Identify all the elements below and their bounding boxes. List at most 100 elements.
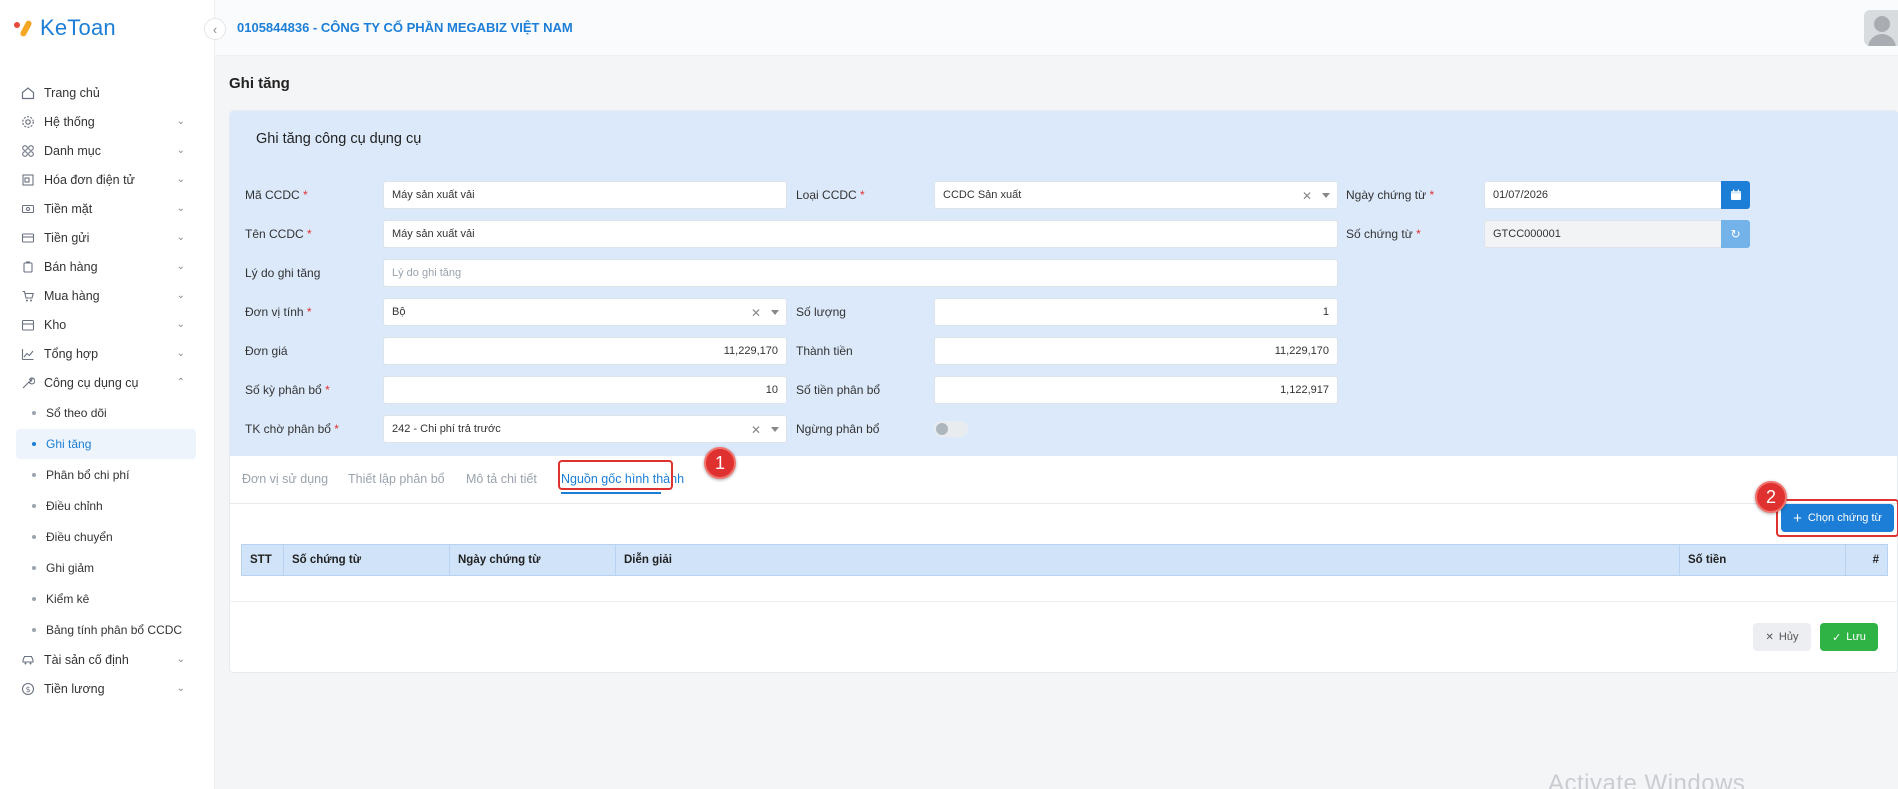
invoice-icon xyxy=(20,172,36,188)
column-header-dien-giai: Diễn giải xyxy=(616,545,1680,575)
thanh-tien-input[interactable]: 11,229,170 xyxy=(934,337,1338,365)
sidebar-item-kho[interactable]: Kho ⌄ xyxy=(0,310,215,340)
collapse-sidebar-button[interactable]: ‹ xyxy=(204,18,226,40)
logo-icon xyxy=(12,17,34,39)
sidebar-subitem-label: Sổ theo dõi xyxy=(46,406,107,420)
column-header-actions: # xyxy=(1872,554,1879,566)
windows-watermark: Activate Windows xyxy=(1548,770,1746,789)
close-icon: ✕ xyxy=(1765,631,1774,643)
highlight-box-2 xyxy=(1776,499,1898,537)
clear-icon[interactable]: ✕ xyxy=(751,306,761,320)
chevron-down-icon: ⌄ xyxy=(176,654,185,665)
app-logo[interactable]: KeToan xyxy=(12,14,116,42)
ly-do-label: Lý do ghi tăng xyxy=(245,266,321,280)
don-gia-input[interactable]: 11,229,170 xyxy=(383,337,787,365)
avatar-head xyxy=(1874,16,1890,32)
sidebar-item-mua-hang[interactable]: Mua hàng ⌄ xyxy=(0,281,215,311)
cancel-button[interactable]: ✕ Hủy xyxy=(1753,623,1811,651)
sidebar-subitem-label: Điều chỉnh xyxy=(46,499,103,513)
sidebar-subitem-dieu-chinh[interactable]: Điều chỉnh xyxy=(16,491,196,521)
sidebar: KeToan Trang chủ Hệ thống ⌄ Danh mục ⌄ H… xyxy=(0,0,215,789)
chevron-down-icon: ⌄ xyxy=(176,290,185,301)
label-text: Ngày chứng từ xyxy=(1346,188,1427,202)
active-tab-indicator xyxy=(561,492,661,494)
so-luong-input[interactable]: 1 xyxy=(934,298,1338,326)
caret-down-icon xyxy=(771,427,779,432)
sidebar-item-tong-hop[interactable]: Tổng hợp ⌄ xyxy=(0,339,215,369)
sidebar-item-tien-gui[interactable]: Tiền gửi ⌄ xyxy=(0,223,215,253)
required-mark: * xyxy=(334,422,339,436)
tab-mo-ta-chi-tiet[interactable]: Mô tả chi tiết xyxy=(466,472,537,486)
sidebar-item-he-thong[interactable]: Hệ thống ⌄ xyxy=(0,107,215,137)
tk-cho-label: TK chờ phân bổ * xyxy=(245,422,339,436)
ly-do-input[interactable]: Lý do ghi tăng xyxy=(383,259,1338,287)
sidebar-item-trang-chu[interactable]: Trang chủ xyxy=(0,78,215,108)
clear-icon[interactable]: ✕ xyxy=(1302,189,1312,203)
sidebar-subitem-ghi-giam[interactable]: Ghi giảm xyxy=(16,553,196,583)
sidebar-subitem-dieu-chuyen[interactable]: Điều chuyển xyxy=(16,522,196,552)
ngay-chung-tu-input[interactable]: 01/07/2026 xyxy=(1484,181,1722,209)
sidebar-item-label: Trang chủ xyxy=(44,86,100,100)
section-title: Ghi tăng công cụ dụng cụ xyxy=(256,131,422,147)
sidebar-item-label: Công cụ dụng cụ xyxy=(44,376,139,390)
toggle-knob xyxy=(936,423,948,435)
loai-ccdc-select[interactable]: CCDC Sản xuất ✕ xyxy=(934,181,1338,209)
tab-don-vi-su-dung[interactable]: Đơn vị sử dụng xyxy=(242,472,328,486)
page-title: Ghi tăng xyxy=(229,75,290,92)
required-mark: * xyxy=(307,227,312,241)
save-button[interactable]: ✓ Lưu xyxy=(1820,623,1878,651)
tab-thiet-lap-phan-bo[interactable]: Thiết lập phân bổ xyxy=(348,472,445,486)
sidebar-item-label: Tài sản cố định xyxy=(44,653,129,667)
highlight-box-1 xyxy=(558,460,673,490)
required-mark: * xyxy=(306,305,312,319)
sidebar-item-tai-san-co-dinh[interactable]: Tài sản cố định ⌄ xyxy=(0,645,215,675)
sidebar-subitem-label: Kiểm kê xyxy=(46,592,90,606)
svg-text:$: $ xyxy=(25,685,30,694)
label-text: TK chờ phân bổ xyxy=(245,422,331,436)
sidebar-item-tien-luong[interactable]: $ Tiền lương ⌄ xyxy=(0,674,215,704)
bullet-icon xyxy=(32,473,36,477)
calendar-icon xyxy=(1730,189,1741,200)
so-tien-phan-bo-input[interactable]: 1,122,917 xyxy=(934,376,1338,404)
sidebar-item-label: Tiền mặt xyxy=(44,202,93,216)
sidebar-item-tien-mat[interactable]: Tiền mặt ⌄ xyxy=(0,194,215,224)
calendar-button[interactable] xyxy=(1721,181,1750,209)
sidebar-subitem-kiem-ke[interactable]: Kiểm kê xyxy=(16,584,196,614)
button-label: Hủy xyxy=(1778,631,1799,643)
ngung-phan-bo-toggle[interactable] xyxy=(934,421,968,437)
so-ky-input[interactable]: 10 xyxy=(383,376,787,404)
ngay-chung-tu-label: Ngày chứng từ * xyxy=(1346,188,1434,202)
logo-text: KeToan xyxy=(40,15,116,40)
refresh-number-button[interactable]: ↻ xyxy=(1721,220,1750,248)
tools-icon xyxy=(20,375,36,391)
chevron-down-icon: ⌄ xyxy=(176,145,185,156)
tab-bar: Đơn vị sử dụng Thiết lập phân bổ Mô tả c… xyxy=(230,456,1898,504)
chevron-down-icon: ⌄ xyxy=(176,232,185,243)
don-vi-tinh-select[interactable]: Bộ ✕ xyxy=(383,298,787,326)
sidebar-item-hoa-don[interactable]: Hóa đơn điện tử ⌄ xyxy=(0,165,215,195)
required-mark: * xyxy=(1416,227,1421,241)
avatar[interactable] xyxy=(1864,10,1898,46)
clear-icon[interactable]: ✕ xyxy=(751,423,761,437)
tk-cho-select[interactable]: 242 - Chi phí trả trước ✕ xyxy=(383,415,787,443)
sidebar-subitem-bang-tinh[interactable]: Bảng tính phân bổ CCDC xyxy=(16,615,196,645)
sidebar-item-cong-cu-dung-cu[interactable]: Công cụ dụng cụ ⌃ xyxy=(0,368,215,398)
sidebar-subitem-phan-bo-chi-phi[interactable]: Phân bổ chi phí xyxy=(16,460,196,490)
sidebar-item-label: Mua hàng xyxy=(44,289,100,303)
label-text: Số chứng từ xyxy=(1346,227,1413,241)
label-text: Loại CCDC xyxy=(796,188,857,202)
sidebar-subitem-ghi-tang[interactable]: Ghi tăng xyxy=(16,429,196,459)
label-text: Mã CCDC xyxy=(245,188,300,202)
sidebar-item-danh-muc[interactable]: Danh mục ⌄ xyxy=(0,136,215,166)
chevron-down-icon: ⌄ xyxy=(176,203,185,214)
bullet-icon xyxy=(32,411,36,415)
chevron-up-icon: ⌃ xyxy=(176,377,185,388)
so-chung-tu-label: Số chứng từ * xyxy=(1346,227,1421,241)
ma-ccdc-input[interactable]: Máy sản xuất vải xyxy=(383,181,787,209)
sidebar-subitem-so-theo-doi[interactable]: Sổ theo dõi xyxy=(16,398,196,428)
ten-ccdc-input[interactable]: Máy sản xuất vải xyxy=(383,220,1338,248)
caret-down-icon xyxy=(771,310,779,315)
sidebar-item-ban-hang[interactable]: Bán hàng ⌄ xyxy=(0,252,215,282)
sidebar-subitem-label: Phân bổ chi phí xyxy=(46,468,130,482)
avatar-body xyxy=(1868,34,1896,46)
